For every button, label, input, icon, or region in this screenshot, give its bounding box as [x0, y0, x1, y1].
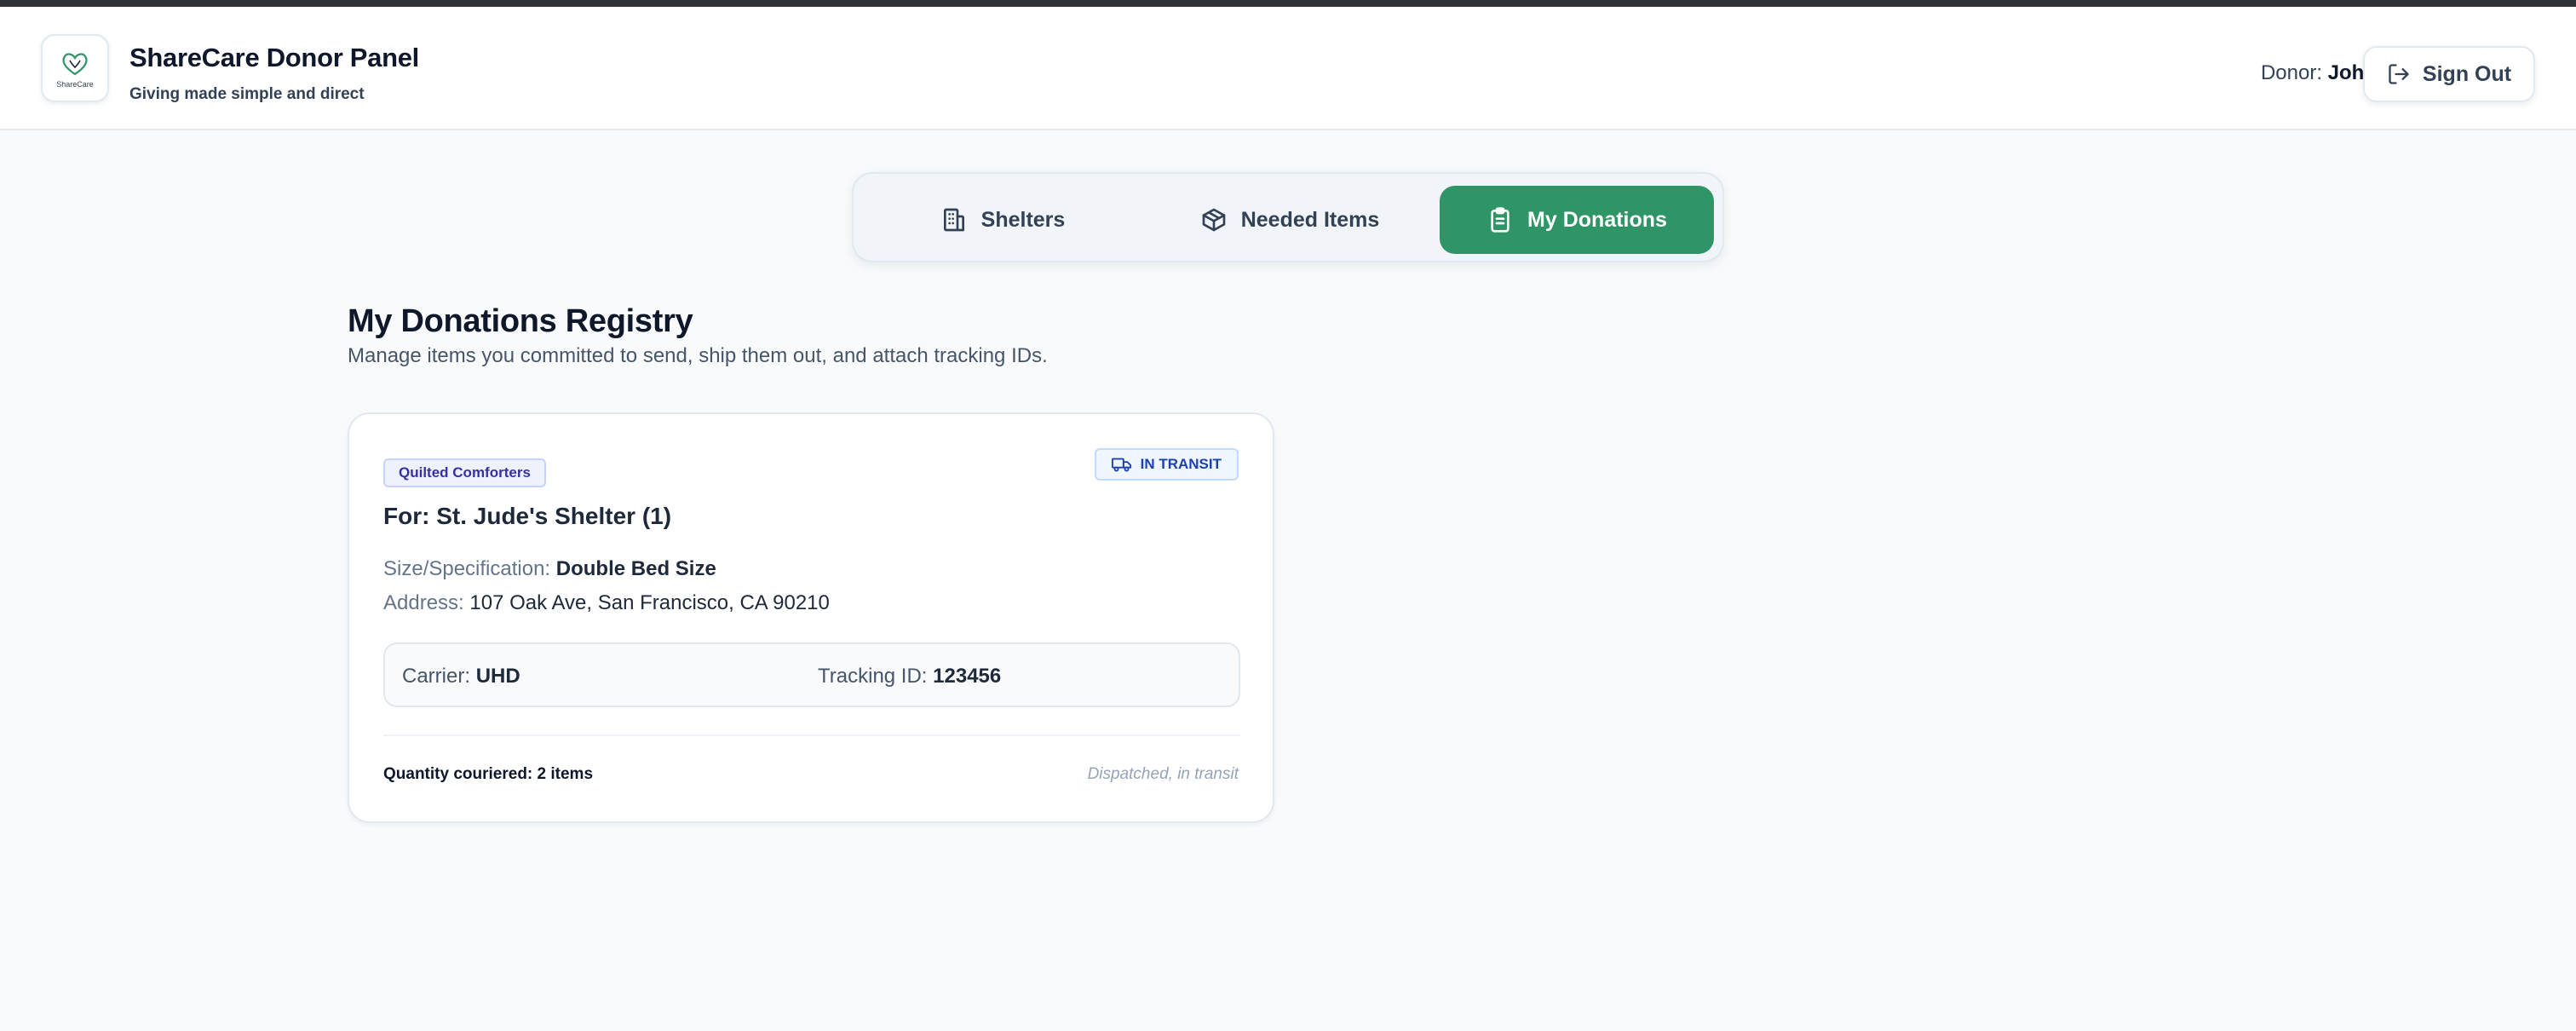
tab-my-donations[interactable]: My Donations	[1440, 186, 1714, 254]
app-title: ShareCare Donor Panel	[129, 43, 419, 72]
tracking-panel: Carrier: UHD Tracking ID: 123456	[383, 642, 1240, 707]
donation-card: Quilted Comforters IN TRANSIT For: St. J…	[348, 412, 1274, 823]
donor-label: Donor:	[2260, 61, 2322, 84]
size-label: Size/Specification:	[383, 557, 551, 580]
building-icon	[943, 208, 964, 232]
tracking-id-field: Tracking ID: 123456	[818, 665, 1001, 688]
tracking-label: Tracking ID:	[818, 665, 928, 688]
donor-greeting: Donor: John	[2261, 61, 2377, 85]
quantity-couriered: Quantity couriered: 2 items	[383, 765, 593, 784]
sign-out-label: Sign Out	[2422, 61, 2512, 86]
status-label: IN TRANSIT	[1140, 456, 1222, 472]
tab-needed-items-label: Needed Items	[1240, 207, 1380, 232]
item-category-badge: Quilted Comforters	[383, 458, 546, 487]
tab-needed-items[interactable]: Needed Items	[1140, 186, 1440, 254]
app-logo: ShareCare	[41, 34, 109, 102]
clipboard-icon	[1491, 207, 1509, 233]
app-header: ShareCare ShareCare Donor Panel Giving m…	[0, 7, 2576, 130]
page-subtitle: Manage items you committed to send, ship…	[348, 344, 1048, 367]
status-badge: IN TRANSIT	[1094, 448, 1239, 481]
truck-icon	[1111, 458, 1131, 472]
carrier-field: Carrier: UHD	[402, 665, 520, 688]
logo-text: ShareCare	[56, 79, 94, 89]
size-value: Double Bed Size	[555, 557, 716, 580]
address-label: Address:	[383, 591, 464, 614]
page-title: My Donations Registry	[348, 303, 693, 339]
carrier-value: UHD	[475, 665, 520, 688]
app-subtitle: Giving made simple and direct	[129, 85, 365, 103]
tab-my-donations-label: My Donations	[1527, 207, 1667, 232]
tracking-value: 123456	[933, 665, 1002, 688]
carrier-label: Carrier:	[402, 665, 471, 688]
main-tabs: Shelters Needed Items My Donations	[852, 172, 1724, 262]
top-strip	[0, 0, 2576, 7]
shelter-recipient: For: St. Jude's Shelter (1)	[383, 503, 672, 529]
sign-out-button[interactable]: Sign Out	[2363, 46, 2535, 102]
tab-shelters[interactable]: Shelters	[865, 186, 1140, 254]
box-icon	[1202, 208, 1226, 232]
card-divider	[383, 734, 1240, 736]
size-spec-row: Size/Specification: Double Bed Size	[383, 557, 716, 581]
log-out-icon	[2389, 64, 2409, 84]
address-row: Address: 107 Oak Ave, San Francisco, CA …	[383, 591, 830, 615]
tab-shelters-label: Shelters	[980, 207, 1066, 232]
quantity-value: 2 items	[537, 765, 594, 783]
heart-hands-icon	[62, 52, 88, 75]
address-value: 107 Oak Ave, San Francisco, CA 90210	[469, 591, 830, 614]
quantity-label: Quantity couriered:	[383, 765, 533, 783]
dispatch-note: Dispatched, in transit	[1087, 765, 1239, 783]
